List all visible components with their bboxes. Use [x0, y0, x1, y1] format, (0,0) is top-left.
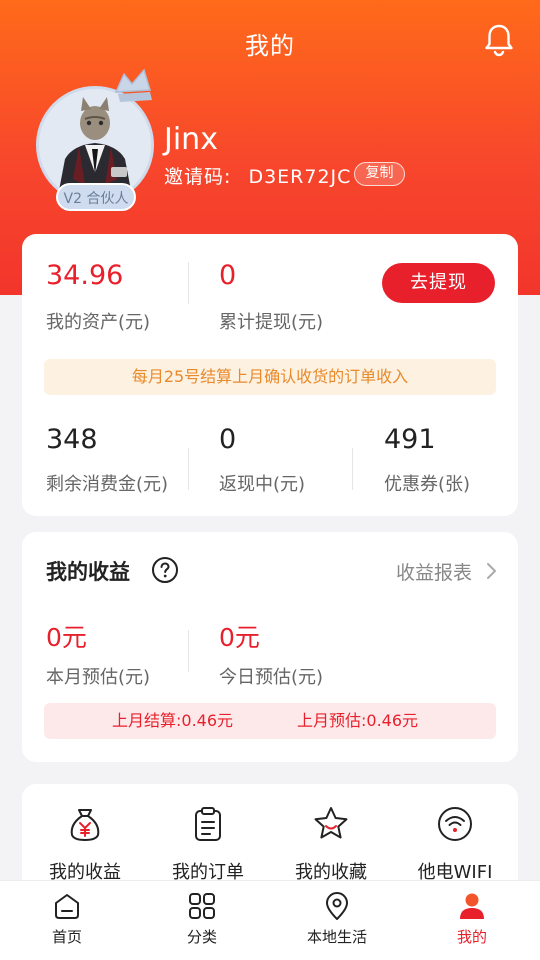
- crown-icon: [114, 68, 152, 102]
- stat-label: 剩余消费金(元): [46, 474, 169, 495]
- divider: [188, 262, 189, 304]
- invite-code: 邀请码: D3ER72JC: [164, 162, 351, 189]
- tool-my-earnings[interactable]: 我的收益: [30, 804, 140, 884]
- stat-label: 优惠券(张): [384, 474, 471, 495]
- tab-local-life[interactable]: 本地生活: [282, 891, 392, 947]
- invite-label: 邀请码:: [164, 166, 232, 188]
- balance-label: 我的资产(元): [46, 312, 151, 333]
- user-icon: [460, 893, 484, 919]
- stat-value[interactable]: 348: [46, 424, 98, 455]
- tool-my-orders[interactable]: 我的订单: [153, 804, 263, 884]
- balance-value[interactable]: 34.96: [46, 260, 123, 291]
- last-month-bar: 上月结算:0.46元 上月预估:0.46元: [44, 703, 496, 739]
- stat-label: 返现中(元): [219, 474, 306, 495]
- copy-button[interactable]: 复制: [354, 162, 405, 186]
- tab-label: 首页: [51, 928, 82, 946]
- month-estimate-value[interactable]: 0元: [46, 618, 87, 654]
- chevron-right-icon[interactable]: [484, 561, 498, 581]
- month-estimate-label: 本月预估(元): [46, 667, 151, 688]
- divider: [352, 448, 353, 490]
- last-month-settled: 上月结算:0.46元: [112, 711, 234, 730]
- invite-value: D3ER72JC: [248, 166, 352, 188]
- withdrawn-value[interactable]: 0: [219, 260, 236, 291]
- settlement-notice: 每月25号结算上月确认收货的订单收入: [44, 359, 496, 395]
- withdraw-button[interactable]: 去提现: [382, 263, 495, 303]
- divider: [188, 448, 189, 490]
- stat-value[interactable]: 0: [219, 424, 236, 455]
- level-badge: V2 合伙人: [56, 183, 136, 211]
- withdrawn-label: 累计提现(元): [219, 312, 324, 333]
- tab-label: 分类: [186, 928, 217, 946]
- grid-icon: [189, 893, 215, 919]
- stat-value[interactable]: 491: [384, 424, 436, 455]
- avatar[interactable]: V2 合伙人: [36, 68, 156, 212]
- earnings-report-link[interactable]: 收益报表: [396, 558, 472, 585]
- star-icon: [314, 807, 348, 839]
- tool-my-favorites[interactable]: 我的收藏: [276, 804, 386, 884]
- last-month-estimated: 上月预估:0.46元: [297, 711, 419, 730]
- tab-label: 本地生活: [306, 928, 367, 946]
- money-bag-icon: [70, 809, 100, 841]
- tab-home[interactable]: 首页: [12, 891, 122, 947]
- page-title: 我的: [245, 32, 295, 60]
- username: Jinx: [164, 122, 218, 157]
- home-icon: [55, 894, 79, 919]
- wifi-icon: [438, 807, 472, 841]
- assets-card: 34.96 我的资产(元) 0 累计提现(元) 去提现 每月25号结算上月确认收…: [22, 234, 518, 516]
- bell-icon[interactable]: [482, 22, 516, 58]
- tab-mine[interactable]: 我的: [417, 891, 527, 947]
- earnings-card: 我的收益 收益报表 0元 本月预估(元) 0元 今日预估(元) 上月结算:0.4…: [22, 532, 518, 762]
- tab-category[interactable]: 分类: [147, 891, 257, 947]
- location-icon: [326, 892, 348, 920]
- clipboard-icon: [195, 807, 221, 841]
- earnings-title: 我的收益: [46, 560, 130, 584]
- tab-label: 我的: [456, 928, 487, 946]
- today-estimate-value[interactable]: 0元: [219, 618, 260, 654]
- divider: [188, 630, 189, 672]
- tool-wifi[interactable]: 他电WIFI: [400, 804, 510, 884]
- bottom-tab-bar: 首页 分类 本地生活 我的: [0, 880, 540, 960]
- help-icon[interactable]: [151, 556, 179, 584]
- today-estimate-label: 今日预估(元): [219, 667, 324, 688]
